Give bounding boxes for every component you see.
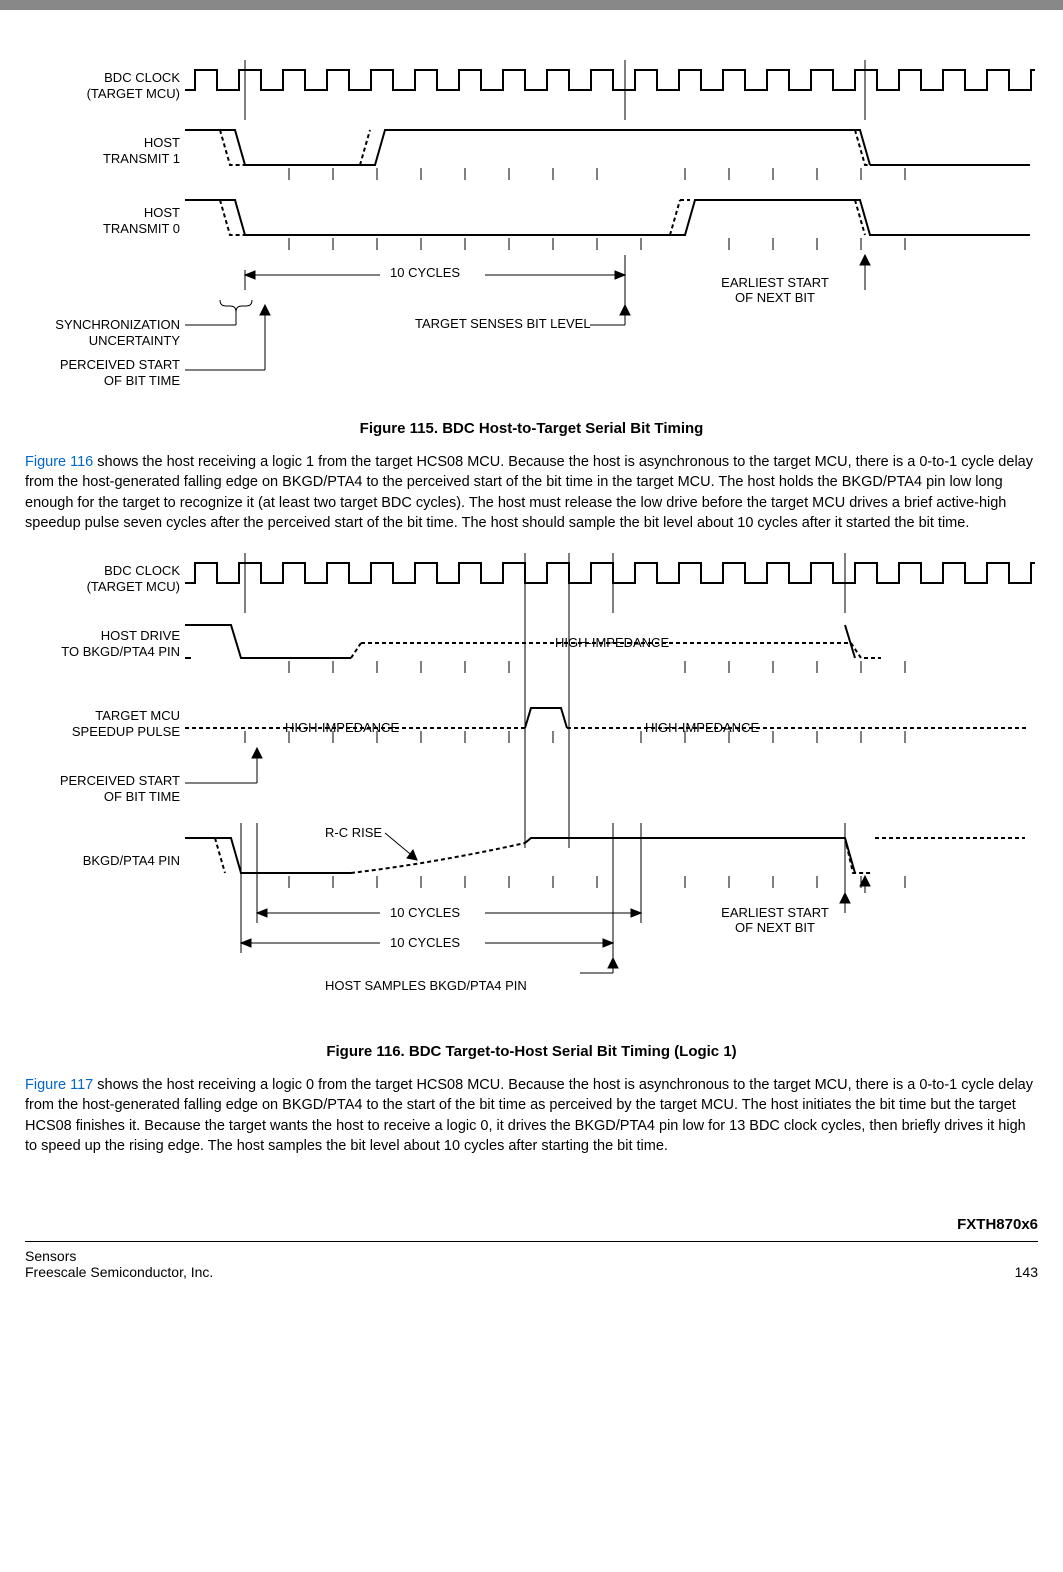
bkgd-pin-label: BKGD/PTA4 PIN: [83, 853, 180, 868]
host-tx0-l2: TRANSMIT 0: [103, 221, 180, 236]
target-senses-label: TARGET SENSES BIT LEVEL: [415, 316, 591, 331]
target-mcu-l2: SPEEDUP PULSE: [72, 724, 180, 739]
host-drive-l2: TO BKGD/PTA4 PIN: [61, 644, 180, 659]
footer-product: FXTH870x6: [25, 1216, 1038, 1242]
earliest-l2: OF NEXT BIT: [735, 290, 815, 305]
fig-ref-116: Figure 116: [25, 454, 93, 470]
hiz-label-1: HIGH-IMPEDANCE: [555, 635, 669, 650]
target-mcu-l1: TARGET MCU: [95, 708, 180, 723]
header-bar: [0, 0, 1063, 10]
fig116-svg: [185, 553, 1035, 1023]
figure-116-diagram: BDC CLOCK (TARGET MCU) HOST DRIVE TO BKG…: [25, 553, 1038, 1023]
para1-text: shows the host receiving a logic 1 from …: [25, 454, 1033, 531]
perceived2-l2: OF BIT TIME: [104, 789, 180, 804]
fig-ref-117: Figure 117: [25, 1077, 93, 1093]
paragraph-2: Figure 117 shows the host receiving a lo…: [25, 1075, 1038, 1156]
figure-116-caption: Figure 116. BDC Target-to-Host Serial Bi…: [25, 1043, 1038, 1060]
ten-cycles-label-b: 10 CYCLES: [390, 935, 460, 950]
ten-cycles-label: 10 CYCLES: [390, 265, 460, 280]
footer-company: Freescale Semiconductor, Inc.: [25, 1264, 213, 1280]
bdc-clock2-l2: (TARGET MCU): [87, 579, 180, 594]
fig115-svg: [185, 60, 1035, 400]
host-drive-l1: HOST DRIVE: [101, 628, 180, 643]
perceived-l2: OF BIT TIME: [104, 373, 180, 388]
page-number: 143: [1015, 1264, 1038, 1280]
host-tx1-l2: TRANSMIT 1: [103, 151, 180, 166]
bdc-clock-label-l2: (TARGET MCU): [87, 86, 180, 101]
host-tx0-l1: HOST: [144, 205, 180, 220]
perceived2-l1: PERCEIVED START: [60, 773, 180, 788]
figure-115-caption: Figure 115. BDC Host-to-Target Serial Bi…: [25, 420, 1038, 437]
para2-text: shows the host receiving a logic 0 from …: [25, 1077, 1033, 1154]
page-footer: FXTH870x6 Sensors Freescale Semiconducto…: [0, 1216, 1063, 1300]
earliest2-l1: EARLIEST START: [721, 905, 829, 920]
host-samples-label: HOST SAMPLES BKGD/PTA4 PIN: [325, 978, 527, 993]
ten-cycles-label-a: 10 CYCLES: [390, 905, 460, 920]
paragraph-1: Figure 116 shows the host receiving a lo…: [25, 452, 1038, 533]
earliest-l1: EARLIEST START: [721, 275, 829, 290]
sync-unc-l1: SYNCHRONIZATION: [55, 317, 180, 332]
page-content: BDC CLOCK (TARGET MCU) HOST TRANSMIT 1 H…: [0, 60, 1063, 1156]
perceived-l1: PERCEIVED START: [60, 357, 180, 372]
footer-sensors: Sensors: [25, 1248, 213, 1264]
hiz-label-3: HIGH-IMPEDANCE: [645, 720, 759, 735]
hiz-label-2: HIGH-IMPEDANCE: [285, 720, 399, 735]
bdc-clock-label-l1: BDC CLOCK: [104, 70, 180, 85]
host-tx1-l1: HOST: [144, 135, 180, 150]
sync-unc-l2: UNCERTAINTY: [89, 333, 180, 348]
earliest2-l2: OF NEXT BIT: [735, 920, 815, 935]
bdc-clock2-l1: BDC CLOCK: [104, 563, 180, 578]
rc-rise-label: R-C RISE: [325, 825, 382, 840]
figure-115-diagram: BDC CLOCK (TARGET MCU) HOST TRANSMIT 1 H…: [25, 60, 1038, 400]
